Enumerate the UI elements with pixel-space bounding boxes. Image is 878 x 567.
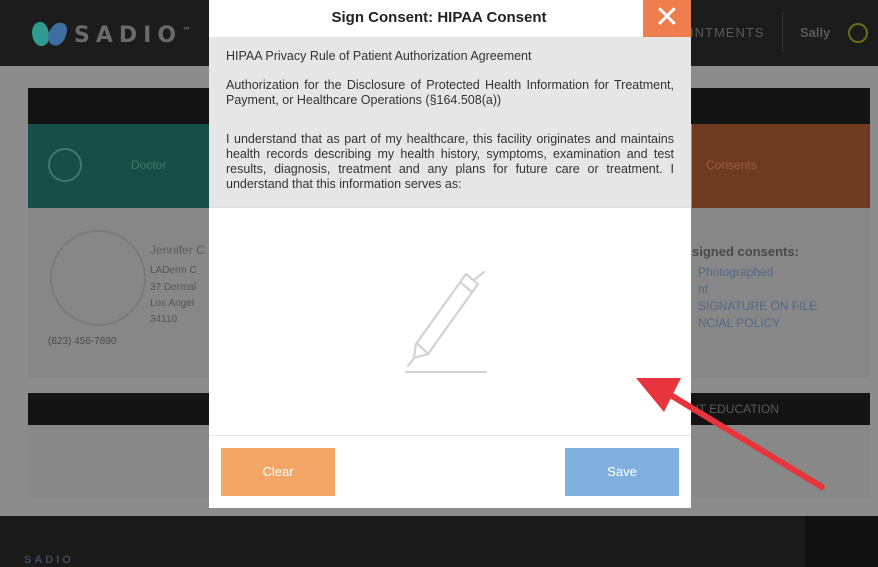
- consent-link[interactable]: Photographed: [698, 265, 773, 279]
- provider-address: 37 Dermal: [150, 282, 197, 293]
- butterfly-logo-icon: [32, 20, 66, 50]
- provider-zip: 34110: [150, 314, 178, 325]
- footer-dark-block: [805, 516, 878, 567]
- provider-city: Los Angel: [150, 298, 194, 309]
- provider-name: Jennifer C: [150, 243, 205, 257]
- consent-text-scroll[interactable]: HIPAA Privacy Rule of Patient Authorizat…: [209, 37, 691, 207]
- provider-practice: LADerm C: [150, 265, 197, 276]
- consent-link[interactable]: SIGNATURE ON FILE: [698, 299, 817, 313]
- consent-heading: HIPAA Privacy Rule of Patient Authorizat…: [226, 49, 532, 63]
- signature-pad[interactable]: [209, 207, 691, 435]
- doctor-tab-label: Doctor: [131, 158, 167, 172]
- modal-title: Sign Consent: HIPAA Consent: [331, 9, 547, 26]
- consent-paragraph: I understand that as part of my healthca…: [226, 132, 674, 191]
- sign-consent-modal: Sign Consent: HIPAA Consent ✕ HIPAA Priv…: [209, 0, 691, 508]
- consents-tab-label: Consents: [706, 158, 757, 172]
- brand-name: SADIO™: [74, 22, 192, 48]
- consent-link[interactable]: nt: [698, 282, 708, 296]
- consents-tab[interactable]: Consents: [692, 124, 870, 208]
- nav-appointments[interactable]: INTMENTS: [690, 25, 764, 40]
- provider-card: Jennifer C LADerm C 37 Dermal Los Angel …: [28, 208, 209, 378]
- brand-logo: SADIO™: [32, 20, 191, 50]
- modal-header: Sign Consent: HIPAA Consent ✕: [209, 0, 691, 38]
- footer-brand: SADIO: [24, 554, 74, 566]
- nav-user-name[interactable]: Sally: [800, 25, 830, 40]
- save-button[interactable]: Save: [565, 448, 679, 496]
- consent-link[interactable]: NCIAL POLICY: [698, 316, 780, 330]
- modal-footer: Clear Save: [209, 435, 691, 508]
- footer: SADIO: [0, 516, 878, 567]
- nav-divider: [782, 12, 783, 52]
- pen-icon: [404, 270, 488, 374]
- close-button[interactable]: ✕: [643, 0, 691, 38]
- doctor-avatar-icon: [48, 148, 82, 182]
- clear-button[interactable]: Clear: [221, 448, 335, 496]
- doctor-tab[interactable]: Doctor: [28, 124, 209, 208]
- user-avatar-icon[interactable]: [848, 23, 868, 43]
- signed-consents-title: signed consents:: [692, 244, 799, 259]
- consent-paragraph: Authorization for the Disclosure of Prot…: [226, 78, 674, 107]
- signed-consents-card: signed consents: Photographed nt SIGNATU…: [692, 208, 870, 378]
- provider-phone: (623) 456-7890: [48, 336, 117, 347]
- provider-avatar-icon: [50, 230, 146, 326]
- education-label: NT EDUCATION: [690, 402, 779, 416]
